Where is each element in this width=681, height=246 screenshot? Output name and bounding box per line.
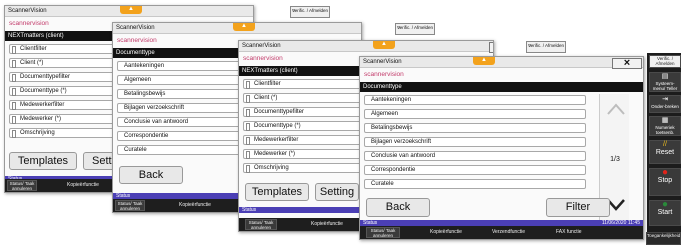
list-item[interactable]: Algemeen: [364, 109, 586, 119]
close-button[interactable]: ×: [489, 42, 493, 53]
close-button[interactable]: ×: [253, 7, 254, 18]
fax-function-tab[interactable]: FAX functie: [556, 229, 582, 235]
screen-panel-4: ScannerVision ▲ × scannervision Document…: [359, 56, 644, 240]
send-function-tab[interactable]: Verzendfunctie: [492, 229, 525, 235]
start-icon: ●: [661, 199, 669, 210]
list-item[interactable]: Bijlagen verzoekschrift: [364, 137, 586, 147]
start-button[interactable]: ● Start: [649, 200, 681, 226]
stop-button[interactable]: ● Stop: [649, 168, 681, 196]
list-item[interactable]: Documenttypefilter: [243, 107, 361, 117]
cancel-job-button[interactable]: Status/ Taak annuleren: [7, 180, 37, 191]
logo: scannervision: [364, 71, 404, 78]
verify-logout-button[interactable]: ⚙ Verific. / Afmelden: [290, 6, 330, 18]
cancel-job-button[interactable]: Status/ Taak annuleren: [115, 200, 145, 211]
collapse-tab[interactable]: ▲: [473, 57, 495, 65]
list-item[interactable]: Betalingsbewijs: [364, 123, 586, 133]
list-item[interactable]: Clientfilter: [243, 79, 361, 89]
logo: scannervision: [243, 55, 283, 62]
templates-button[interactable]: Templates: [245, 183, 309, 201]
gear-icon: ⚙: [397, 25, 401, 30]
window-title: ScannerVision: [239, 41, 493, 52]
device-side-menu: Verific. / Afmelden ▤ Systeem-menu/ Tell…: [647, 53, 681, 239]
copy-function-tab[interactable]: Kopieërfunctie: [311, 221, 343, 227]
cancel-job-button[interactable]: Status/ Taak annuleren: [366, 227, 400, 238]
back-button[interactable]: Back: [119, 166, 183, 184]
system-menu-button[interactable]: ▤ Systeem-menu/ Teller: [649, 72, 681, 92]
gear-icon: ⚙: [292, 8, 296, 13]
cancel-job-button[interactable]: Status/ Taak annuleren: [245, 219, 277, 230]
reset-icon: //: [663, 141, 667, 148]
verify-logout-button[interactable]: Verific. / Afmelden: [649, 55, 681, 68]
copy-function-tab[interactable]: Kopieërfunctie: [430, 229, 462, 235]
copy-function-tab[interactable]: Kopieërfunctie: [179, 202, 211, 208]
settings-button[interactable]: Setting: [315, 183, 359, 201]
back-button[interactable]: Back: [366, 198, 430, 217]
page-indicator: 1/3: [610, 156, 620, 163]
verify-logout-button[interactable]: ⚙ Verific. / Afmelden: [395, 23, 435, 35]
logo: scannervision: [117, 37, 157, 44]
templates-button[interactable]: Templates: [9, 152, 77, 170]
numeric-keypad-button[interactable]: ▦ Numeriek toetsenb.: [649, 116, 681, 136]
verify-logout-button[interactable]: ⚙ Verific. / Afmelden: [526, 41, 566, 53]
collapse-tab[interactable]: ▲: [120, 6, 142, 14]
collapse-tab[interactable]: ▲: [373, 41, 395, 49]
gear-icon: ⚙: [528, 43, 532, 48]
filter-button[interactable]: Filter: [546, 198, 610, 217]
list-item[interactable]: Correspondentie: [364, 165, 586, 175]
list-item[interactable]: Medewerkerfilter: [243, 135, 361, 145]
list-item[interactable]: Conclusie van antwoord: [364, 151, 586, 161]
option-list: Aantekeningen Algemeen Betalingsbewijs B…: [364, 95, 586, 193]
keypad-icon: ▦: [661, 117, 669, 124]
list-item[interactable]: Curatele: [364, 179, 586, 189]
collapse-tab[interactable]: ▲: [233, 23, 255, 31]
menu-icon: ▤: [661, 73, 669, 80]
close-button[interactable]: ×: [612, 58, 642, 69]
list-item[interactable]: Medewerker (*): [243, 149, 361, 159]
chevron-up-icon[interactable]: [606, 100, 626, 120]
field-list: Clientfilter Client (*) Documenttypefilt…: [243, 79, 361, 177]
list-item[interactable]: Aantekeningen: [364, 95, 586, 105]
page-heading: Documenttype: [360, 82, 643, 92]
window-title: ScannerVision: [360, 57, 643, 68]
stop-icon: ●: [661, 167, 669, 178]
accessibility-button[interactable]: Toegankelijkheid: [646, 232, 681, 245]
list-item[interactable]: Omschrijving: [243, 163, 361, 173]
function-bar: Status/ Taak annuleren Kopieërfunctie Ve…: [360, 226, 643, 239]
interrupt-icon: ⇥: [662, 96, 668, 103]
copy-function-tab[interactable]: Kopieërfunctie: [67, 182, 99, 188]
reset-button[interactable]: // Reset: [649, 140, 681, 164]
list-item[interactable]: Documenttype (*): [243, 121, 361, 131]
logo: scannervision: [9, 20, 49, 27]
list-item[interactable]: Client (*): [243, 93, 361, 103]
interrupt-button[interactable]: ⇥ Onder-breken: [649, 95, 681, 113]
